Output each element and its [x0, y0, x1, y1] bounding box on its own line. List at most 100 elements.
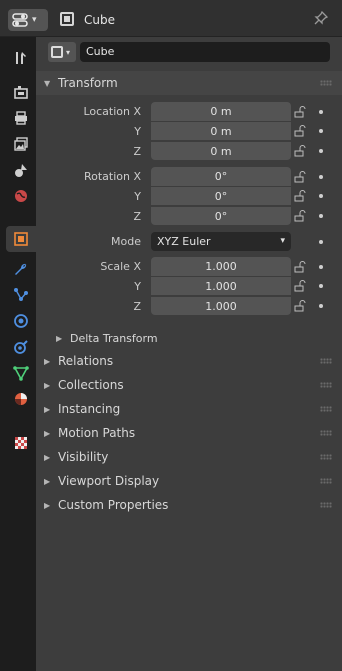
relations-panel-header[interactable]: ▶ Relations	[36, 349, 342, 373]
rotation-y-label: Y	[134, 190, 141, 203]
tab-particles[interactable]	[8, 282, 34, 308]
object-properties-panel: ▾ Cube ▼ Transform Location X 0 m Y 0 m …	[36, 37, 342, 671]
scale-z-field[interactable]: 1.000	[151, 296, 291, 315]
location-z-label: Z	[133, 145, 141, 158]
constraints-icon	[14, 340, 28, 354]
tab-physics[interactable]	[8, 308, 34, 334]
texture-icon	[15, 437, 27, 449]
properties-tab-bar	[0, 37, 36, 671]
editor-type-button[interactable]: ▾	[8, 9, 48, 31]
pin-icon[interactable]	[314, 10, 329, 29]
panel-title: Relations	[58, 354, 114, 368]
lock-icon[interactable]	[294, 300, 306, 312]
rotation-z-field[interactable]: 0°	[151, 206, 291, 225]
keyframe-dot-icon[interactable]	[319, 214, 323, 218]
mesh-data-icon	[13, 366, 29, 381]
delta-transform-subpanel[interactable]: ▶ Delta Transform	[36, 326, 342, 350]
render-icon	[14, 86, 28, 99]
object-icon	[14, 232, 28, 246]
output-icon	[15, 111, 27, 125]
keyframe-dot-icon[interactable]	[319, 149, 323, 153]
keyframe-dot-icon[interactable]	[319, 110, 323, 114]
drag-grip-icon[interactable]	[320, 454, 332, 460]
drag-grip-icon[interactable]	[320, 80, 332, 86]
panel-title: Transform	[58, 76, 118, 90]
scale-y-field[interactable]: 1.000	[151, 276, 291, 295]
rotation-mode-select[interactable]: XYZ Euler ▾	[151, 232, 291, 251]
expand-arrow-icon: ▶	[44, 500, 51, 510]
transform-panel-header[interactable]: ▼ Transform	[36, 71, 342, 95]
lock-icon[interactable]	[294, 106, 306, 118]
tab-object[interactable]	[6, 226, 36, 252]
tab-view-layer[interactable]	[8, 131, 34, 157]
expand-arrow-icon: ▶	[44, 356, 51, 366]
view-layer-icon	[14, 137, 28, 151]
scale-x-label: Scale X	[100, 260, 141, 273]
expand-arrow-icon: ▶	[44, 452, 51, 462]
rotation-z-label: Z	[133, 210, 141, 223]
visibility-panel-header[interactable]: ▶ Visibility	[36, 445, 342, 469]
keyframe-dot-icon[interactable]	[319, 284, 323, 288]
keyframe-dot-icon[interactable]	[319, 265, 323, 269]
object-icon	[60, 12, 74, 26]
lock-icon[interactable]	[294, 261, 306, 273]
drag-grip-icon[interactable]	[320, 358, 332, 364]
keyframe-dot-icon[interactable]	[319, 304, 323, 308]
lock-icon[interactable]	[294, 171, 306, 183]
location-z-field[interactable]: 0 m	[151, 141, 291, 160]
rotation-x-label: Rotation X	[83, 170, 141, 183]
lock-icon[interactable]	[294, 190, 306, 202]
location-y-field[interactable]: 0 m	[151, 121, 291, 140]
object-name-bar: ▾ Cube	[44, 42, 330, 62]
tab-render[interactable]	[8, 79, 34, 105]
panel-title: Motion Paths	[58, 426, 136, 440]
tab-material[interactable]	[8, 386, 34, 412]
keyframe-dot-icon[interactable]	[319, 175, 323, 179]
keyframe-dot-icon[interactable]	[319, 240, 323, 244]
custom-properties-panel-header[interactable]: ▶ Custom Properties	[36, 493, 342, 517]
tab-tool[interactable]	[8, 45, 34, 71]
panel-title: Instancing	[58, 402, 121, 416]
rotation-y-field[interactable]: 0°	[151, 186, 291, 205]
keyframe-dot-icon[interactable]	[319, 194, 323, 198]
tab-data[interactable]	[8, 360, 34, 386]
scale-x-field[interactable]: 1.000	[151, 257, 291, 276]
scale-z-label: Z	[133, 300, 141, 313]
keyframe-dot-icon[interactable]	[319, 129, 323, 133]
tab-output[interactable]	[8, 105, 34, 131]
object-name-field[interactable]: Cube	[80, 42, 330, 62]
motion-paths-panel-header[interactable]: ▶ Motion Paths	[36, 421, 342, 445]
tab-scene[interactable]	[8, 157, 34, 183]
tab-constraints[interactable]	[8, 334, 34, 360]
lock-icon[interactable]	[294, 280, 306, 292]
viewport-display-panel-header[interactable]: ▶ Viewport Display	[36, 469, 342, 493]
chevron-down-icon: ▾	[32, 15, 37, 25]
drag-grip-icon[interactable]	[320, 430, 332, 436]
subpanel-title: Delta Transform	[70, 331, 158, 345]
drag-grip-icon[interactable]	[320, 406, 332, 412]
collections-panel-header[interactable]: ▶ Collections	[36, 373, 342, 397]
object-type-dropdown[interactable]: ▾	[48, 42, 76, 62]
lock-icon[interactable]	[294, 210, 306, 222]
location-y-label: Y	[134, 125, 141, 138]
tool-icon	[16, 52, 26, 64]
tab-modifiers[interactable]	[8, 256, 34, 282]
tab-world[interactable]	[8, 183, 34, 209]
expand-arrow-icon: ▶	[44, 404, 51, 414]
rotation-mode-value: XYZ Euler	[157, 235, 211, 248]
world-icon	[15, 190, 27, 202]
rotation-x-field[interactable]: 0°	[151, 167, 291, 186]
drag-grip-icon[interactable]	[320, 382, 332, 388]
lock-icon[interactable]	[294, 145, 306, 157]
instancing-panel-header[interactable]: ▶ Instancing	[36, 397, 342, 421]
drag-grip-icon[interactable]	[320, 502, 332, 508]
expand-arrow-icon: ▶	[44, 380, 51, 390]
expand-arrow-icon: ▼	[44, 78, 51, 88]
lock-icon[interactable]	[294, 125, 306, 137]
tab-texture[interactable]	[8, 430, 34, 456]
drag-grip-icon[interactable]	[320, 478, 332, 484]
expand-arrow-icon: ▶	[44, 476, 51, 486]
particles-icon	[14, 288, 28, 301]
panel-title: Viewport Display	[58, 474, 160, 488]
location-x-field[interactable]: 0 m	[151, 102, 291, 121]
